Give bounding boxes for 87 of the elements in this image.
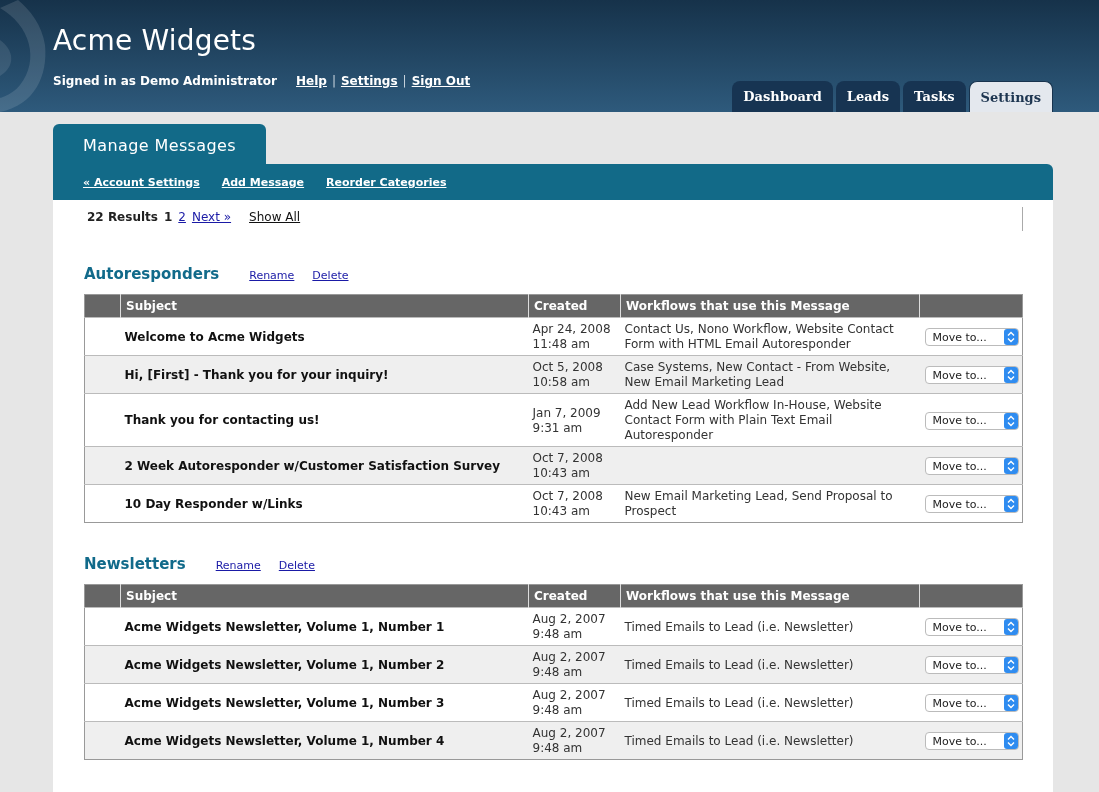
created-date: Aug 2, 2007 (532, 726, 607, 741)
workflow-text: Timed Emails to Lead (i.e. Newsletter) (624, 619, 854, 634)
stepper-icon (1003, 496, 1018, 512)
stepper-icon (1003, 458, 1018, 474)
header-cell: Workflows that use this Message (620, 294, 920, 318)
show-all-link[interactable]: Show All (249, 210, 301, 224)
next-link[interactable]: Next » (191, 210, 232, 224)
move-to-select[interactable]: Move to... (924, 366, 1019, 384)
created-date: Oct 7, 2008 (532, 489, 604, 504)
page-link[interactable]: 2 (178, 210, 186, 224)
action-link[interactable]: Reorder Categories (326, 175, 447, 189)
subject-text: 2 Week Autoresponder w/Customer Satisfaction Survey (124, 458, 501, 473)
nav-tab[interactable]: Dashboard (732, 81, 833, 112)
stepper-icon (1003, 412, 1018, 429)
subject-text: Welcome to Acme Widgets (124, 329, 305, 344)
nav-tab[interactable]: Settings (968, 81, 1053, 112)
results-count: 22 Results (87, 210, 158, 224)
subject-text: 10 Day Responder w/Links (124, 496, 303, 511)
header-cell (84, 294, 121, 318)
signed-in-text: Signed in as Demo Administrator (53, 74, 277, 88)
stepper-icon (1003, 657, 1018, 673)
created-date: Jan 7, 2009 (532, 405, 602, 421)
site-title: Acme Widgets (53, 24, 258, 57)
link-separator: | (331, 74, 336, 88)
category-link[interactable]: Rename (215, 559, 261, 572)
workflow-text: Timed Emails to Lead (i.e. Newsletter) (624, 695, 854, 710)
created-time: 9:31 am (532, 420, 584, 436)
created-date: Apr 24, 2008 (532, 322, 612, 337)
created-date: Aug 2, 2007 (532, 612, 607, 627)
action-link[interactable]: Add Message (221, 175, 305, 189)
workflow-text: Add New Lead Workflow In-House, Website Contact Form with Plain Text Email Autoresponder (624, 398, 882, 442)
nav-tab[interactable]: Tasks (903, 81, 966, 112)
header-cell: Created (528, 584, 621, 608)
panel-tab[interactable]: Manage Messages (53, 124, 267, 164)
header-link[interactable]: Settings (340, 74, 398, 88)
header-link[interactable]: Sign Out (411, 74, 471, 88)
workflow-text: Timed Emails to Lead (i.e. Newsletter) (624, 733, 854, 748)
created-time: 10:43 am (532, 504, 591, 519)
subject-text: Acme Widgets Newsletter, Volume 1, Number 2 (124, 657, 445, 672)
created-date: Oct 5, 2008 (532, 360, 604, 375)
nav-tab[interactable]: Leads (835, 81, 901, 112)
stepper-icon (1003, 619, 1018, 635)
stepper-icon (1003, 329, 1018, 345)
current-page: 1 (163, 210, 173, 224)
created-time: 10:58 am (532, 375, 591, 390)
stepper-icon (1003, 695, 1018, 711)
stepper-icon (1003, 367, 1018, 383)
subject-text: Hi, [First] - Thank you for your inquiry! (124, 367, 389, 382)
header-cell: Created (528, 294, 621, 318)
link-separator: | (402, 74, 407, 88)
created-time: 9:48 am (532, 627, 584, 642)
header-link[interactable]: Help (296, 74, 327, 88)
subject-text: Acme Widgets Newsletter, Volume 1, Number 3 (124, 695, 445, 710)
workflow-text: Timed Emails to Lead (i.e. Newsletter) (624, 657, 854, 672)
created-date: Aug 2, 2007 (532, 688, 607, 703)
created-time: 9:48 am (532, 665, 584, 680)
header-cell (84, 584, 121, 608)
workflow-text: Case Systems, New Contact - From Website, New Email Marketing Lead (624, 360, 891, 389)
subject-text: Thank you for contacting us! (124, 413, 320, 427)
move-to-select[interactable]: Move to... (924, 328, 1019, 346)
header-cell: Subject (120, 584, 529, 608)
move-to-select[interactable]: Move to... (924, 411, 1019, 430)
created-time: 9:48 am (532, 703, 584, 718)
subject-text: Acme Widgets Newsletter, Volume 1, Number 1 (124, 619, 445, 634)
category-title: Newsletters (84, 555, 186, 573)
stepper-icon (1003, 733, 1018, 749)
category-link[interactable]: Rename (249, 269, 295, 282)
created-date: Aug 2, 2007 (532, 650, 607, 665)
move-to-select[interactable]: Move to... (924, 457, 1019, 475)
category-link[interactable]: Delete (278, 559, 315, 572)
created-time: 11:48 am (532, 337, 591, 352)
header-cell: Subject (120, 294, 529, 318)
move-to-select[interactable]: Move to... (924, 618, 1019, 636)
category-link[interactable]: Delete (312, 269, 349, 282)
category-title: Autoresponders (84, 265, 220, 283)
created-date: Oct 7, 2008 (532, 451, 604, 466)
move-to-select[interactable]: Move to... (924, 694, 1019, 712)
move-to-select[interactable]: Move to... (924, 495, 1019, 513)
workflow-text: New Email Marketing Lead, Send Proposal to Prospect (624, 489, 893, 518)
move-to-select[interactable]: Move to... (924, 656, 1019, 674)
created-time: 10:43 am (532, 466, 591, 481)
header-cell: Workflows that use this Message (620, 584, 920, 608)
move-to-select[interactable]: Move to... (924, 732, 1019, 750)
action-link[interactable]: « Account Settings (83, 175, 200, 189)
created-time: 9:48 am (532, 741, 584, 756)
workflow-text: Contact Us, Nono Workflow, Website Contact Form with HTML Email Autoresponder (624, 322, 894, 351)
subject-text: Acme Widgets Newsletter, Volume 1, Number 4 (124, 733, 445, 748)
